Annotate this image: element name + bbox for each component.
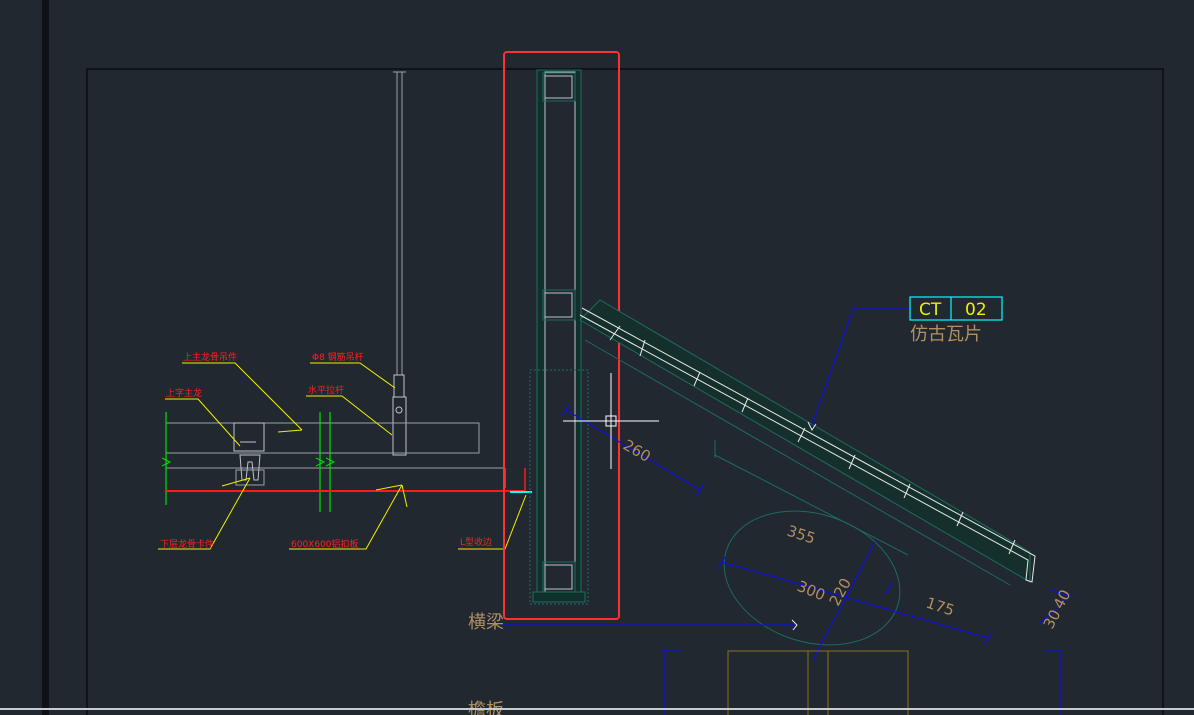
label-steel-rod: Φ8 钢筋吊杆	[312, 351, 364, 363]
dim-300: 300	[795, 577, 828, 604]
label-bottom-partial: 檐板	[468, 700, 504, 715]
drawing-frame	[86, 68, 1164, 715]
ct-tag-right: 02	[965, 300, 987, 320]
dim-355: 355	[785, 522, 818, 548]
label-antique-tile: 仿古瓦片	[910, 324, 982, 345]
label-main-keel-hanger: 上主龙骨吊件	[183, 351, 237, 363]
label-crossbeam: 横梁	[468, 612, 504, 633]
vertical-column	[529, 69, 589, 605]
label-t-main: 上字主龙	[166, 387, 202, 399]
label-horizontal-tie: 水平拉杆	[308, 384, 344, 396]
dim-40: 40	[1050, 587, 1075, 612]
label-lower-keel: 下层龙骨卡件	[160, 538, 214, 550]
ceiling-detail	[158, 71, 532, 550]
bottom-edge	[0, 708, 1194, 710]
roof-slope	[579, 299, 1036, 646]
label-aluminum-panel: 600X600铝扣板	[291, 538, 359, 550]
ct-tag[interactable]: CT 02	[909, 296, 1003, 321]
ct-tag-left: CT	[919, 300, 942, 320]
dim-175: 175	[924, 594, 957, 620]
dim-220: 220	[826, 575, 855, 609]
base-blocks	[727, 650, 909, 715]
label-edge-strip: L型收边	[460, 536, 492, 548]
cad-drawing-canvas[interactable]: 上主龙骨吊件 Φ8 钢筋吊杆 上字主龙 水平拉杆 下层龙骨卡件 600X600铝…	[0, 0, 1194, 715]
left-panel-edge	[42, 0, 49, 715]
dim-260: 260	[620, 436, 654, 466]
